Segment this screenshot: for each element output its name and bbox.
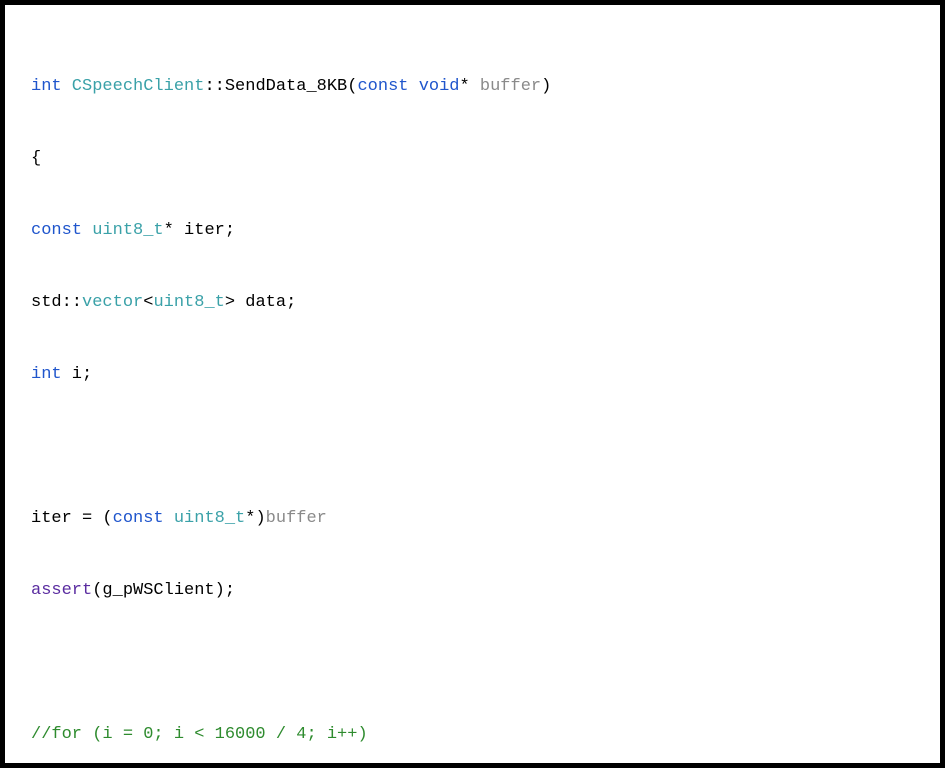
ident-buffer: buffer [266,509,327,528]
func-assert: assert [31,581,92,600]
code-text: < [143,293,153,312]
code-text [82,221,92,240]
keyword-const: const [113,509,164,528]
type-cspeechclient: CSpeechClient [62,77,205,96]
code-text [408,77,418,96]
code-text: ) [541,77,551,96]
code-line-6: iter = (const uint8_t*)buffer [31,501,914,537]
keyword-const: const [357,77,408,96]
keyword-int: int [31,77,62,96]
code-line-4: std::vector<uint8_t> data; [31,285,914,321]
code-text: (g_pWSClient); [92,581,235,600]
code-text [164,509,174,528]
keyword-int: int [31,365,62,384]
code-line-1: int CSpeechClient::SendData_8KB(const vo… [31,69,914,105]
blank-line [31,645,914,681]
code-text: * [460,77,480,96]
code-block: int CSpeechClient::SendData_8KB(const vo… [0,0,945,768]
code-text: std:: [31,293,82,312]
code-text: * iter; [164,221,235,240]
keyword-const: const [31,221,82,240]
code-line-7: assert(g_pWSClient); [31,573,914,609]
code-line-5: int i; [31,357,914,393]
type-uint8: uint8_t [174,509,245,528]
type-vector: vector [82,293,143,312]
blank-line [31,429,914,465]
code-text: *) [245,509,265,528]
code-line-3: const uint8_t* iter; [31,213,914,249]
code-text: ::SendData_8KB( [204,77,357,96]
comment-line: //for (i = 0; i < 16000 / 4; i++) [31,717,914,753]
code-line-2: { [31,141,914,177]
keyword-void: void [419,77,460,96]
code-text: i; [62,365,93,384]
code-text: > data; [225,293,296,312]
param-buffer: buffer [480,77,541,96]
type-uint8: uint8_t [92,221,163,240]
code-text: iter = ( [31,509,113,528]
type-uint8: uint8_t [153,293,224,312]
